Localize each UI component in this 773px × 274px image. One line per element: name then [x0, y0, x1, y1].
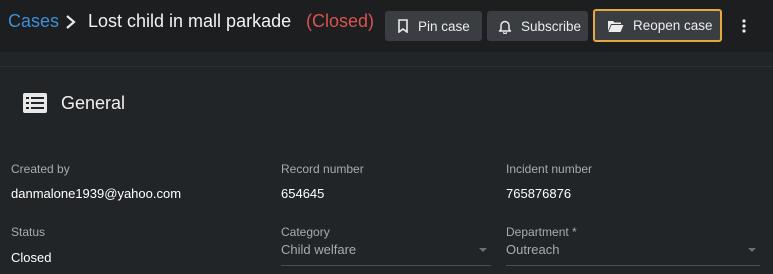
- bookmark-icon: [398, 19, 408, 33]
- reopen-case-button[interactable]: Reopen case: [593, 9, 722, 42]
- pin-case-label: Pin case: [418, 18, 470, 34]
- folder-open-icon: [608, 20, 624, 32]
- record-number-value: 654645: [281, 186, 325, 201]
- department-select[interactable]: Outreach: [506, 242, 760, 266]
- more-options-button[interactable]: [733, 13, 755, 39]
- subscribe-button[interactable]: Subscribe: [487, 11, 588, 41]
- more-vertical-icon: [742, 19, 746, 33]
- breadcrumb-cases-link[interactable]: Cases: [8, 11, 59, 32]
- reopen-case-label: Reopen case: [633, 18, 713, 33]
- section-divider: [0, 66, 773, 67]
- department-label: Department *: [506, 225, 577, 239]
- incident-number-label: Incident number: [506, 162, 593, 176]
- category-select-value: Child welfare: [281, 242, 357, 257]
- incident-number-value: 765876876: [506, 186, 572, 201]
- section-title-general: General: [61, 93, 126, 113]
- record-number-label: Record number: [281, 162, 364, 176]
- created-by-label: Created by: [11, 162, 70, 176]
- pin-case-button[interactable]: Pin case: [385, 11, 482, 41]
- page-title: Lost child in mall parkade: [88, 11, 292, 31]
- category-select[interactable]: Child welfare: [281, 242, 491, 266]
- caret-down-icon: [479, 248, 487, 252]
- chevron-right-icon: [66, 15, 76, 29]
- bell-icon: [498, 20, 512, 34]
- department-select-value: Outreach: [506, 242, 560, 257]
- category-label: Category: [281, 225, 330, 239]
- status-label: Status: [11, 225, 46, 239]
- list-icon: [23, 93, 47, 113]
- created-by-value: danmalone1939@yahoo.com: [11, 186, 182, 201]
- top-bar: Cases Lost child in mall parkade (Closed…: [0, 0, 773, 52]
- caret-down-icon: [748, 248, 756, 252]
- status-value: Closed: [11, 250, 52, 265]
- status-badge: (Closed): [306, 11, 375, 31]
- subscribe-label: Subscribe: [521, 18, 582, 34]
